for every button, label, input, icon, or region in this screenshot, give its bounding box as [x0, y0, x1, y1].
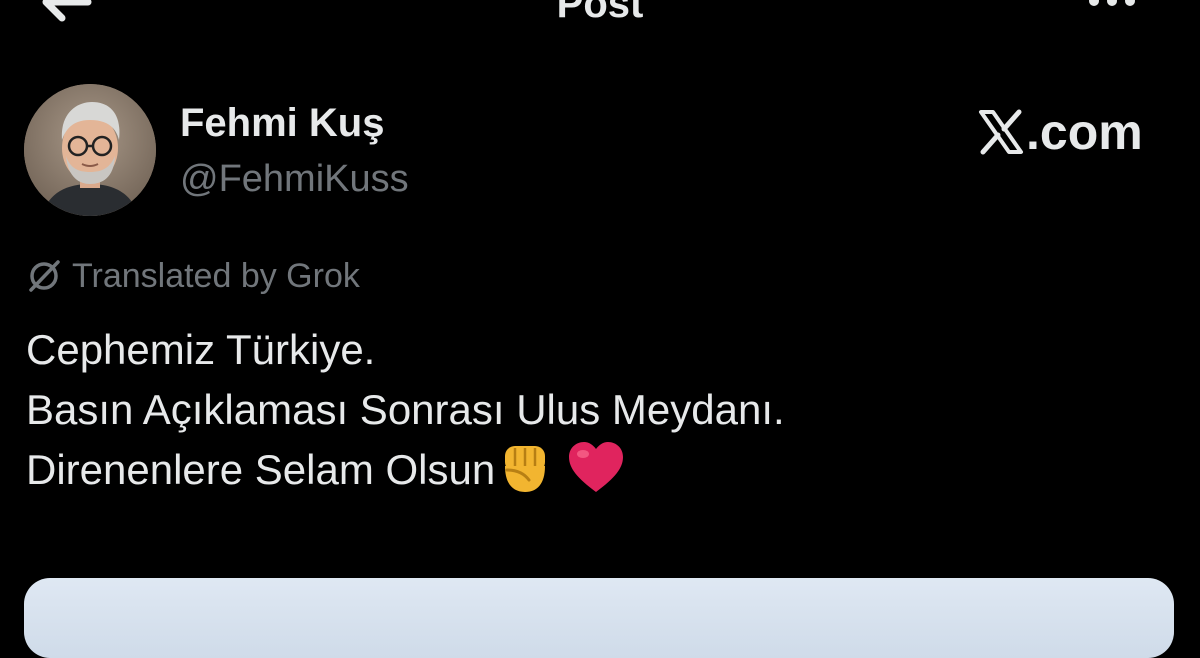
- x-logo-icon: [979, 109, 1023, 155]
- post-line-text: Direnenlere Selam Olsun: [26, 446, 496, 493]
- raised-fist-emoji: [497, 440, 553, 494]
- post-line: Basın Açıklaması Sonrası Ulus Meydanı.: [26, 386, 785, 433]
- author-handle[interactable]: @FehmiKuss: [180, 156, 409, 202]
- translation-label: Translated by Grok: [72, 257, 360, 295]
- top-bar: Post: [0, 0, 1200, 30]
- post-line-with-emoji: Direnenlere Selam Olsun: [26, 440, 785, 500]
- page-title: Post: [556, 0, 644, 26]
- more-options-button[interactable]: [1082, 0, 1142, 16]
- post-line: Cephemiz Türkiye.: [26, 326, 376, 373]
- ellipsis-icon: [1089, 0, 1135, 6]
- post-body: Cephemiz Türkiye. Basın Açıklaması Sonra…: [26, 320, 785, 500]
- media-preview[interactable]: [24, 578, 1174, 658]
- red-heart-emoji: [567, 440, 625, 494]
- site-label: .com: [1026, 104, 1143, 160]
- site-badge: .com: [978, 104, 1143, 160]
- user-avatar: [24, 84, 156, 216]
- author-display-name[interactable]: Fehmi Kuş: [180, 100, 384, 146]
- avatar[interactable]: [24, 84, 156, 216]
- translation-notice[interactable]: Translated by Grok: [26, 254, 360, 298]
- grok-icon: [29, 260, 60, 292]
